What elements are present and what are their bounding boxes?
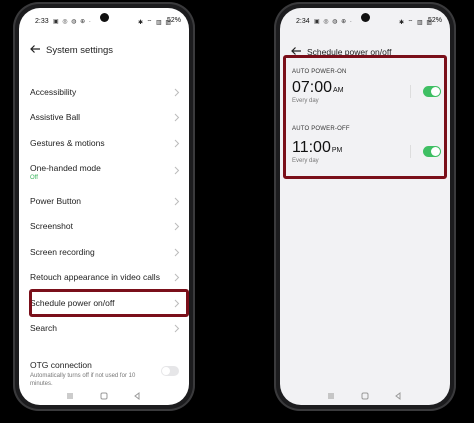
item-status: Off xyxy=(30,175,38,181)
phone-system-settings: 2:33 ▣ ◎ ◍ ⊕ · ✱ ⌔ ▥ ▥ 52% System settin… xyxy=(13,2,195,411)
notification-icons: ▣ ◎ ◍ ⊕ · xyxy=(53,19,92,25)
item-label: OTG connection xyxy=(30,360,92,370)
home-icon[interactable] xyxy=(99,388,109,400)
chevron-right-icon xyxy=(174,113,180,122)
item-label: Gestures & motions xyxy=(30,138,105,148)
battery-level: 52% xyxy=(427,17,442,24)
back-arrow-icon[interactable] xyxy=(29,44,41,54)
nav-bar xyxy=(280,386,450,400)
chevron-right-icon xyxy=(174,324,180,333)
chevron-right-icon xyxy=(174,139,180,148)
item-label: One-handed mode xyxy=(30,163,101,173)
battery-level: 52% xyxy=(166,17,181,24)
camera-cutout xyxy=(361,13,370,22)
setting-accessibility[interactable]: Accessibility xyxy=(19,82,189,104)
setting-power-button[interactable]: Power Button xyxy=(19,191,189,213)
otg-toggle[interactable] xyxy=(161,366,179,376)
item-label: Accessibility xyxy=(30,87,77,97)
item-label: Assistive Ball xyxy=(30,112,81,122)
home-icon[interactable] xyxy=(360,388,370,400)
phone-schedule-power: 2:34 ▣ ◎ ◍ ⊕ · ✱ ⌔ ▥ ▥ 52% Schedule powe… xyxy=(274,2,456,411)
item-label: Retouch appearance in video calls xyxy=(30,272,160,282)
setting-gestures-motions[interactable]: Gestures & motions xyxy=(19,133,189,155)
menu-icon[interactable] xyxy=(65,388,75,399)
highlight-box xyxy=(283,55,447,179)
notification-icons: ▣ ◎ ◍ ⊕ · xyxy=(314,19,353,25)
setting-otg-connection[interactable]: OTG connection Automatically turns off i… xyxy=(19,355,189,387)
chevron-right-icon xyxy=(174,197,180,206)
screen: 2:34 ▣ ◎ ◍ ⊕ · ✱ ⌔ ▥ ▥ 52% Schedule powe… xyxy=(280,8,450,405)
chevron-right-icon xyxy=(174,248,180,257)
setting-screenshot[interactable]: Screenshot xyxy=(19,216,189,238)
chevron-right-icon xyxy=(174,273,180,282)
status-time: 2:33 xyxy=(35,18,49,25)
back-triangle-icon[interactable] xyxy=(132,388,142,400)
setting-one-handed-mode[interactable]: One-handed mode Off xyxy=(19,158,189,186)
setting-retouch-video-calls[interactable]: Retouch appearance in video calls xyxy=(19,267,189,289)
item-label: Search xyxy=(30,323,57,333)
chevron-right-icon xyxy=(174,88,180,97)
highlight-box xyxy=(29,289,189,317)
nav-bar xyxy=(19,386,189,400)
setting-assistive-ball[interactable]: Assistive Ball xyxy=(19,107,189,129)
setting-screen-recording[interactable]: Screen recording xyxy=(19,242,189,264)
item-label: Screen recording xyxy=(30,247,95,257)
camera-cutout xyxy=(100,13,109,22)
status-time: 2:34 xyxy=(296,18,310,25)
header: System settings xyxy=(19,40,189,60)
item-label: Power Button xyxy=(30,196,82,206)
screen: 2:33 ▣ ◎ ◍ ⊕ · ✱ ⌔ ▥ ▥ 52% System settin… xyxy=(19,8,189,405)
item-label: Screenshot xyxy=(30,221,73,231)
setting-search[interactable]: Search xyxy=(19,318,189,340)
back-triangle-icon[interactable] xyxy=(393,388,403,400)
page-title: System settings xyxy=(46,45,114,56)
menu-icon[interactable] xyxy=(326,388,336,399)
chevron-right-icon xyxy=(174,222,180,231)
chevron-right-icon xyxy=(174,166,180,175)
